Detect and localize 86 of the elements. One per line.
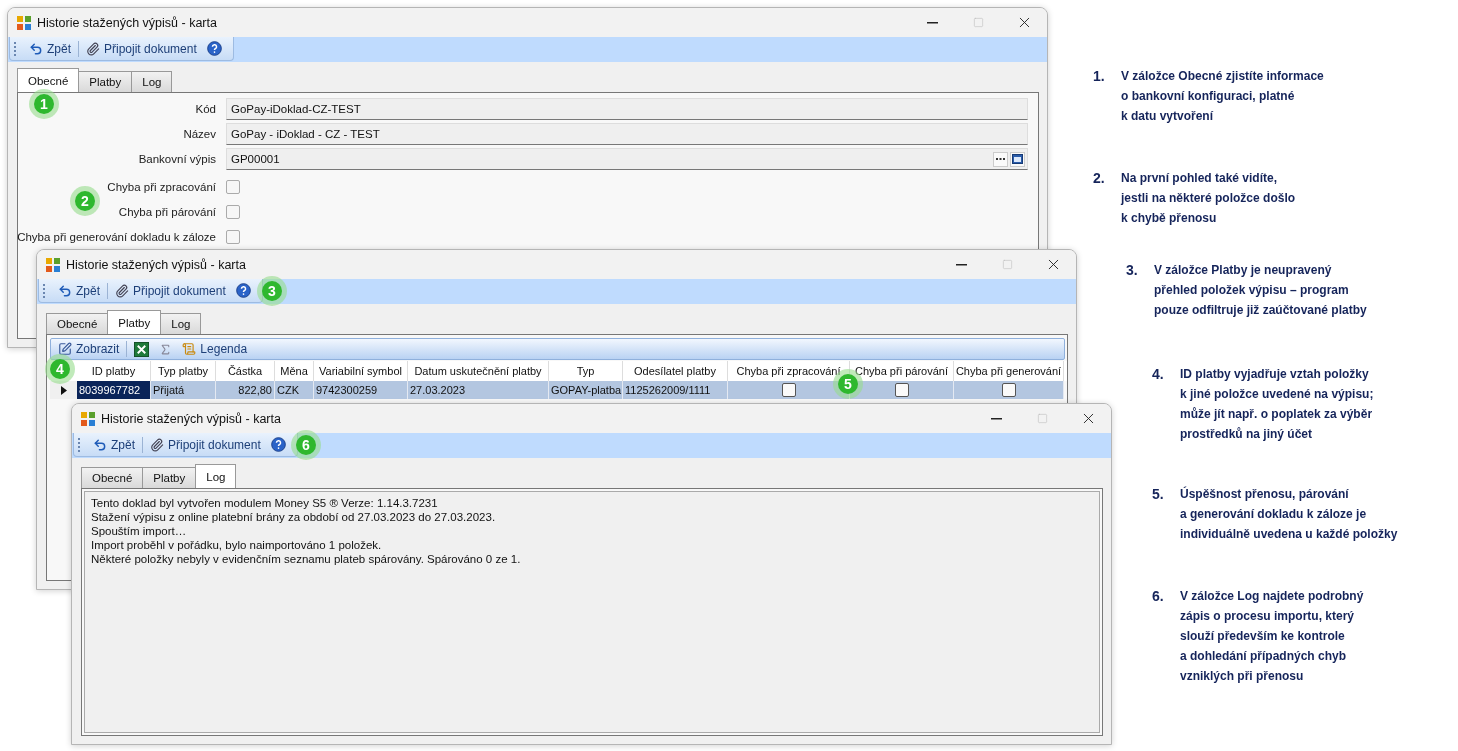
note-text: V záložce Obecné zjistíte informace o bankovní konfiguraci, platné k datu vytvoření xyxy=(1121,68,1324,125)
maximize-icon xyxy=(1036,413,1048,424)
back-button[interactable]: Zpět xyxy=(55,280,103,301)
spreadsheet-icon xyxy=(134,341,150,357)
back-button[interactable]: Zpět xyxy=(26,38,74,59)
note-number: 2. xyxy=(1093,169,1106,188)
undo-icon xyxy=(29,41,43,56)
window-title: Historie stažených výpisů - karta xyxy=(37,15,218,30)
note-number: 5. xyxy=(1152,485,1165,504)
app-icon xyxy=(17,15,31,30)
checkbox[interactable] xyxy=(894,383,909,397)
table-cell: 9742300259 xyxy=(314,381,408,399)
note-number: 4. xyxy=(1152,365,1165,384)
checkbox-label: Chyba při zpracování xyxy=(107,180,216,193)
maximize-icon xyxy=(972,17,984,28)
table-cell: 822,80 xyxy=(216,381,275,399)
window-title: Historie stažených výpisů - karta xyxy=(101,411,282,426)
help-icon xyxy=(235,283,251,298)
card-button[interactable] xyxy=(1010,151,1025,167)
table-cell: GOPAY-platba xyxy=(549,381,623,399)
checkbox[interactable] xyxy=(226,179,240,194)
attach-document-button[interactable]: Připojit dokument xyxy=(147,434,264,455)
note-text: V záložce Platby je neupravený přehled položek výpisu – program pouze odfiltruje již zaúčtované platby xyxy=(1154,262,1367,319)
tab[interactable]: Log xyxy=(195,464,237,488)
table-cell: 1125262009/1111 xyxy=(623,381,728,399)
undo-icon xyxy=(58,283,72,298)
log-line: Tento doklad byl vytvořen modulem Money S5 ® Verze: 1.14.3.7231 xyxy=(91,496,439,510)
help-icon xyxy=(206,41,222,56)
field-label: Kód xyxy=(195,103,216,115)
tab[interactable]: Platby xyxy=(78,71,133,92)
help-icon xyxy=(270,437,286,452)
back-button[interactable]: Zpět xyxy=(90,434,138,455)
log-line: Stažení výpisu z online platební brány za období od 27.03.2023 do 27.03.2023. xyxy=(91,510,497,524)
app-icon xyxy=(46,257,60,272)
checkbox[interactable] xyxy=(1001,383,1016,397)
maximize-icon xyxy=(1001,259,1013,270)
log-line: Některé položky nebyly v evidenčním seznamu plateb spárovány. Spárováno 0 ze 1. xyxy=(91,552,522,566)
tab[interactable]: Obecné xyxy=(46,313,109,334)
checkbox[interactable] xyxy=(226,204,240,219)
undo-icon xyxy=(93,437,107,452)
tab[interactable]: Obecné xyxy=(17,68,80,92)
text-field[interactable]: GP00001 xyxy=(226,148,1028,170)
ellipsis-icon xyxy=(996,157,1005,161)
checkbox-label: Chyba při párování xyxy=(118,205,216,218)
attach-document-button[interactable]: Připojit dokument xyxy=(83,38,200,59)
minimize-icon xyxy=(955,263,967,266)
view-button[interactable]: Zobrazit xyxy=(55,339,123,359)
triangle-icon xyxy=(60,385,67,395)
tab[interactable]: Log xyxy=(160,313,202,334)
card-icon xyxy=(1012,154,1023,164)
edit-icon xyxy=(58,342,72,356)
table-cell: Přijatá xyxy=(151,381,216,399)
checkbox[interactable] xyxy=(781,383,796,397)
table-cell: CZK xyxy=(275,381,314,399)
text-field[interactable]: GoPay - iDoklad - CZ - TEST xyxy=(226,123,1028,145)
field-label: Bankovní výpis xyxy=(138,153,216,165)
log-line: Import proběhl v pořádku, bylo naimportováno 1 položek. xyxy=(91,538,383,552)
note-number: 6. xyxy=(1152,587,1165,606)
minimize-icon xyxy=(990,417,1002,420)
checkbox[interactable] xyxy=(226,229,240,244)
field-label: Název xyxy=(183,128,216,140)
table-cell: 27.03.2023 xyxy=(408,381,549,399)
note-text: V záložce Log najdete podrobný zápis o procesu importu, který slouží především ke kontrole a dohledání případných chyb vzniklých při přenosu xyxy=(1180,588,1364,685)
note-text: ID platby vyjadřuje vztah položky k jiné položce uvedené na výpisu; může jít např. o poplatek za výběr prostředků na jiný účet xyxy=(1180,366,1374,443)
paperclip-icon xyxy=(115,283,129,298)
note-text: Úspěšnost přenosu, párování a generování dokladu k záloze je individuálně uvedena u každé položky xyxy=(1180,485,1398,543)
tab[interactable]: Obecné xyxy=(81,467,144,488)
minimize-icon xyxy=(926,21,938,24)
note-number: 3. xyxy=(1126,261,1139,280)
browse-button[interactable] xyxy=(993,151,1008,167)
log-line: Spouštím import… xyxy=(91,524,188,538)
paperclip-icon xyxy=(150,437,164,452)
legend-button[interactable]: Legenda xyxy=(179,339,251,359)
text-field[interactable]: GoPay-iDoklad-CZ-TEST xyxy=(226,98,1028,120)
app-icon xyxy=(81,411,95,426)
note-number: 1. xyxy=(1093,67,1106,86)
window-title: Historie stažených výpisů - karta xyxy=(66,257,247,272)
paperclip-icon xyxy=(86,41,100,56)
tab[interactable]: Platby xyxy=(142,467,197,488)
note-text: Na první pohled také vidíte, jestli na některé položce došlo k chybě přenosu xyxy=(1121,170,1296,227)
table-cell: 8039967782 xyxy=(77,381,151,399)
attach-document-button[interactable]: Připojit dokument xyxy=(112,280,229,301)
checkbox-label: Chyba při generování dokladu k záloze xyxy=(17,230,216,243)
tab[interactable]: Log xyxy=(131,71,173,92)
tab[interactable]: Platby xyxy=(107,310,162,334)
scroll-icon xyxy=(182,342,197,356)
